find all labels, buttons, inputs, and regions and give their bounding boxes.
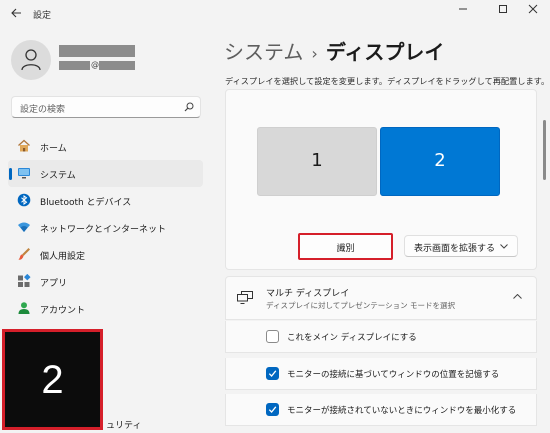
sidebar-item-label: ネットワークとインターネット	[40, 225, 167, 235]
monitor-1[interactable]: 1	[257, 127, 377, 196]
user-name-redacted	[59, 45, 135, 57]
sidebar-item-security-partial[interactable]: ュリティ	[106, 418, 141, 431]
email-at-sign: @	[91, 60, 99, 69]
scrollbar[interactable]	[543, 120, 546, 180]
identify-number: 2	[41, 358, 64, 402]
option-row-remember-positions: モニターの接続に基づいてウィンドウの位置を記憶する	[225, 358, 537, 390]
email-redacted-part	[99, 61, 135, 70]
breadcrumb-parent[interactable]: システム	[224, 40, 303, 64]
search-icon[interactable]	[184, 102, 194, 112]
monitor-number: 1	[311, 150, 323, 171]
main-display-checkbox[interactable]	[266, 330, 279, 343]
checkmark-icon	[268, 406, 277, 413]
back-arrow-icon[interactable]	[8, 7, 24, 23]
email-redacted-part	[59, 61, 90, 70]
app-title: 設定	[33, 11, 52, 21]
sidebar-item-label: アプリ	[40, 279, 68, 289]
title-bar: 設定	[0, 0, 550, 30]
option-row-minimize-windows: モニターが接続されていないときにウィンドウを最小化する	[225, 394, 537, 426]
person-icon	[21, 49, 41, 71]
multi-display-subtitle: ディスプレイに対してプレゼンテーション モードを選択	[266, 301, 455, 310]
monitor-2[interactable]: 2	[380, 127, 500, 196]
chevron-up-icon[interactable]	[513, 294, 522, 299]
display-mode-dropdown[interactable]: 表示画面を拡張する	[404, 235, 518, 257]
identify-button[interactable]: 識別	[298, 233, 393, 260]
user-email: @	[59, 60, 135, 70]
minimize-windows-checkbox[interactable]	[266, 403, 279, 416]
search-placeholder: 設定の検索	[20, 105, 66, 115]
chevron-down-icon	[500, 244, 508, 249]
display-mode-value: 表示画面を拡張する	[414, 244, 496, 254]
wifi-icon	[18, 222, 30, 232]
checkmark-icon	[268, 370, 277, 377]
brush-icon	[18, 248, 30, 260]
apps-icon	[18, 274, 31, 287]
close-button[interactable]	[516, 0, 550, 20]
search-input[interactable]: 設定の検索	[11, 96, 201, 118]
multi-display-section[interactable]: マルチ ディスプレイ ディスプレイに対してプレゼンテーション モードを選択	[225, 276, 537, 320]
monitor-number: 2	[434, 150, 446, 171]
sidebar-item-label: 個人用設定	[40, 252, 86, 262]
option-label: これをメイン ディスプレイにする	[287, 333, 417, 343]
display-description: ディスプレイを選択して設定を変更します。ディスプレイをドラッグして再配置します。	[225, 76, 550, 86]
sidebar-item-bluetooth[interactable]: Bluetooth とデバイス	[8, 187, 203, 214]
sidebar-item-label: システム	[40, 171, 76, 181]
sidebar-nav: ホーム システム Bluetooth とデバイス ネットワークとインターネット …	[8, 133, 203, 322]
sidebar-item-home[interactable]: ホーム	[8, 133, 203, 160]
remember-positions-checkbox[interactable]	[266, 367, 279, 380]
avatar[interactable]	[11, 40, 51, 80]
sidebar-item-apps[interactable]: アプリ	[8, 268, 203, 295]
identify-button-label: 識別	[336, 244, 355, 254]
multi-monitor-icon	[237, 291, 253, 304]
selection-indicator	[9, 168, 12, 180]
bluetooth-icon	[17, 193, 31, 207]
sidebar-item-accounts[interactable]: アカウント	[8, 295, 203, 322]
breadcrumb: システム › ディスプレイ	[224, 36, 444, 65]
option-row-main-display: これをメイン ディスプレイにする	[225, 321, 537, 353]
sidebar-item-label: アカウント	[40, 306, 86, 316]
page-title: ディスプレイ	[325, 40, 445, 64]
sidebar-item-label: Bluetooth とデバイス	[40, 198, 132, 208]
display-arrangement-card: 1 2 識別 表示画面を拡張する	[225, 89, 537, 270]
sidebar-item-personalization[interactable]: 個人用設定	[8, 241, 203, 268]
sidebar-item-system[interactable]: システム	[8, 160, 203, 187]
multi-display-title: マルチ ディスプレイ	[266, 289, 350, 299]
home-icon	[18, 139, 30, 152]
identify-overlay: 2	[2, 329, 103, 430]
option-label: モニターが接続されていないときにウィンドウを最小化する	[287, 406, 517, 416]
account-icon	[18, 302, 30, 314]
minimize-button[interactable]	[446, 0, 482, 20]
breadcrumb-separator: ›	[311, 44, 318, 63]
option-label: モニターの接続に基づいてウィンドウの位置を記憶する	[287, 370, 500, 380]
sidebar-item-label: ホーム	[40, 144, 67, 154]
sidebar-item-network[interactable]: ネットワークとインターネット	[8, 214, 203, 241]
system-icon	[18, 168, 30, 179]
